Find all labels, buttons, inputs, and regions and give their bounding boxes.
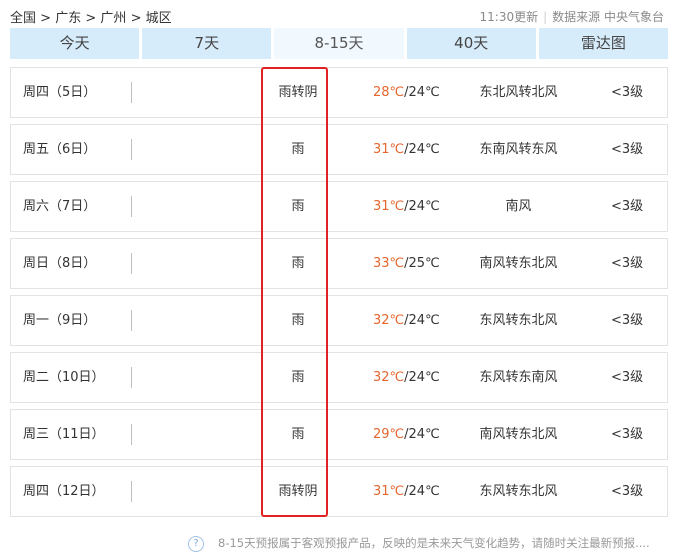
forecast-day: 周四（12日） bbox=[23, 484, 105, 499]
forecast-tabs: 今天 7天 8-15天 40天 雷达图 bbox=[10, 28, 669, 59]
breadcrumb-separator: > bbox=[40, 11, 52, 26]
forecast-day: 周二（10日） bbox=[23, 370, 105, 385]
forecast-day: 周三（11日） bbox=[23, 427, 105, 442]
forecast-temperature: 29℃/24℃ bbox=[373, 410, 440, 459]
forecast-wind-level: <3级 bbox=[611, 427, 644, 442]
row-divider bbox=[131, 253, 132, 274]
forecast-weather: 雨 bbox=[291, 199, 305, 214]
forecast-weather: 雨转阴 bbox=[278, 484, 318, 499]
high-temp: 31℃ bbox=[373, 199, 405, 214]
forecast-day: 周六（7日） bbox=[23, 199, 97, 214]
forecast-temperature: 32℃/24℃ bbox=[373, 296, 440, 345]
high-temp: 32℃ bbox=[373, 313, 405, 328]
row-divider bbox=[131, 196, 132, 217]
breadcrumb-current-district: 城区 bbox=[145, 11, 172, 26]
forecast-wind: 东南风转东风 bbox=[479, 142, 558, 157]
high-temp: 28℃ bbox=[373, 85, 405, 100]
row-divider bbox=[131, 82, 132, 103]
forecast-list: 周四（5日） 雨转阴 28℃/24℃ 东北风转北风 <3级 周五（6日） 雨 3… bbox=[10, 67, 668, 523]
row-divider bbox=[131, 424, 132, 445]
forecast-row: 周三（11日） 雨 29℃/24℃ 南风转东北风 <3级 bbox=[10, 409, 668, 460]
forecast-temperature: 32℃/24℃ bbox=[373, 353, 440, 402]
forecast-row: 周二（10日） 雨 32℃/24℃ 东风转东南风 <3级 bbox=[10, 352, 668, 403]
forecast-wind-level: <3级 bbox=[611, 484, 644, 499]
forecast-wind: 东北风转北风 bbox=[479, 85, 558, 100]
forecast-wind-level: <3级 bbox=[611, 142, 644, 157]
forecast-weather: 雨 bbox=[291, 142, 305, 157]
forecast-disclaimer: ? 8-15天预报属于客观预报产品，反映的是未来天气变化趋势，请随时关注最新预报.… bbox=[188, 535, 650, 552]
forecast-wind: 南风转东北风 bbox=[479, 427, 558, 442]
row-divider bbox=[131, 367, 132, 388]
tab-radar[interactable]: 雷达图 bbox=[538, 28, 669, 59]
low-temp: /24℃ bbox=[404, 370, 440, 385]
forecast-weather: 雨 bbox=[291, 370, 305, 385]
forecast-row: 周四（5日） 雨转阴 28℃/24℃ 东北风转北风 <3级 bbox=[10, 67, 668, 118]
forecast-wind-level: <3级 bbox=[611, 370, 644, 385]
forecast-row: 周一（9日） 雨 32℃/24℃ 东风转东北风 <3级 bbox=[10, 295, 668, 346]
forecast-wind-level: <3级 bbox=[611, 85, 644, 100]
forecast-wind: 南风转东北风 bbox=[479, 256, 558, 271]
breadcrumb-link-guangzhou[interactable]: 广州 bbox=[100, 11, 126, 26]
forecast-day: 周日（8日） bbox=[23, 256, 97, 271]
forecast-row: 周四（12日） 雨转阴 31℃/24℃ 东风转东北风 <3级 bbox=[10, 466, 668, 517]
low-temp: /25℃ bbox=[404, 256, 440, 271]
forecast-weather: 雨转阴 bbox=[278, 85, 318, 100]
tab-7-days[interactable]: 7天 bbox=[142, 28, 272, 59]
forecast-day: 周一（9日） bbox=[23, 313, 97, 328]
forecast-temperature: 31℃/24℃ bbox=[373, 182, 440, 231]
forecast-wind-level: <3级 bbox=[611, 256, 644, 271]
update-time: 11:30更新 bbox=[479, 10, 539, 24]
breadcrumb-separator: > bbox=[85, 11, 97, 26]
low-temp: /24℃ bbox=[404, 142, 440, 157]
forecast-day: 周四（5日） bbox=[23, 85, 97, 100]
tab-8-15-days[interactable]: 8-15天 bbox=[274, 28, 404, 59]
low-temp: /24℃ bbox=[404, 85, 440, 100]
breadcrumb-separator: > bbox=[130, 11, 142, 26]
forecast-wind: 南风 bbox=[505, 199, 532, 214]
forecast-weather: 雨 bbox=[291, 427, 305, 442]
help-icon[interactable]: ? bbox=[188, 535, 204, 552]
forecast-weather: 雨 bbox=[291, 256, 305, 271]
forecast-wind: 东风转东南风 bbox=[479, 370, 558, 385]
high-temp: 33℃ bbox=[373, 256, 405, 271]
forecast-wind: 东风转东北风 bbox=[479, 484, 558, 499]
tab-today[interactable]: 今天 bbox=[10, 28, 140, 59]
forecast-temperature: 31℃/24℃ bbox=[373, 125, 440, 174]
high-temp: 31℃ bbox=[373, 484, 405, 499]
forecast-row: 周六（7日） 雨 31℃/24℃ 南风 <3级 bbox=[10, 181, 668, 232]
row-divider bbox=[131, 481, 132, 502]
header-bar: 全国 > 广东 > 广州 > 城区 11:30更新 | 数据来源 中央气象台 bbox=[10, 5, 668, 26]
low-temp: /24℃ bbox=[404, 313, 440, 328]
forecast-weather: 雨 bbox=[291, 313, 305, 328]
breadcrumb: 全国 > 广东 > 广州 > 城区 bbox=[10, 7, 172, 26]
forecast-row: 周日（8日） 雨 33℃/25℃ 南风转东北风 <3级 bbox=[10, 238, 668, 289]
forecast-wind-level: <3级 bbox=[611, 313, 644, 328]
low-temp: /24℃ bbox=[404, 427, 440, 442]
forecast-temperature: 28℃/24℃ bbox=[373, 68, 440, 117]
disclaimer-text: 8-15天预报属于客观预报产品，反映的是未来天气变化趋势，请随时关注最新预报..… bbox=[218, 536, 650, 550]
tab-40-days[interactable]: 40天 bbox=[406, 28, 536, 59]
forecast-wind-level: <3级 bbox=[611, 199, 644, 214]
source-divider: | bbox=[543, 10, 548, 24]
row-divider bbox=[131, 310, 132, 331]
high-temp: 32℃ bbox=[373, 370, 405, 385]
forecast-temperature: 31℃/24℃ bbox=[373, 467, 440, 516]
breadcrumb-link-guangdong[interactable]: 广东 bbox=[55, 11, 81, 26]
low-temp: /24℃ bbox=[404, 484, 440, 499]
breadcrumb-link-national[interactable]: 全国 bbox=[10, 11, 36, 26]
high-temp: 29℃ bbox=[373, 427, 405, 442]
high-temp: 31℃ bbox=[373, 142, 405, 157]
forecast-wind: 东风转东北风 bbox=[479, 313, 558, 328]
forecast-day: 周五（6日） bbox=[23, 142, 97, 157]
low-temp: /24℃ bbox=[404, 199, 440, 214]
data-source-info: 11:30更新 | 数据来源 中央气象台 bbox=[480, 8, 664, 25]
forecast-row: 周五（6日） 雨 31℃/24℃ 东南风转东风 <3级 bbox=[10, 124, 668, 175]
forecast-temperature: 33℃/25℃ bbox=[373, 239, 440, 288]
row-divider bbox=[131, 139, 132, 160]
data-provider: 数据来源 中央气象台 bbox=[552, 10, 664, 24]
